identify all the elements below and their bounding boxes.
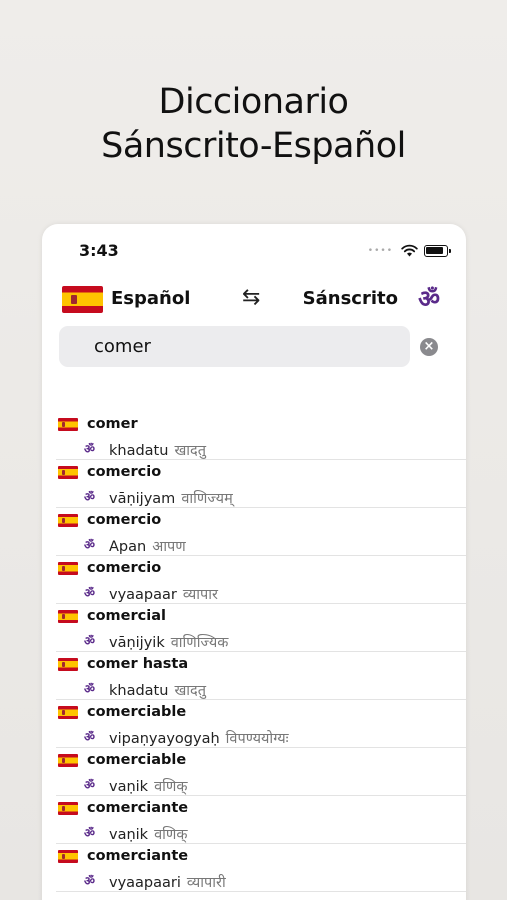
spain-flag-icon — [62, 286, 103, 313]
result-row[interactable]: comercio ॐ vāṇijyam वाणिज्यम् — [56, 460, 466, 508]
spain-flag-icon — [58, 514, 78, 527]
om-icon: ॐ — [84, 826, 95, 840]
result-row[interactable]: comercio ॐ vyaapaar व्यापार — [56, 556, 466, 604]
result-devanagari: वणिक् — [154, 779, 188, 795]
result-word: comerciable — [87, 704, 187, 720]
swap-languages-icon[interactable]: ⇆ — [242, 285, 260, 310]
result-word: comercio — [87, 512, 162, 528]
result-devanagari: आपण — [152, 539, 186, 555]
status-bar: 3:43 •••• — [42, 224, 466, 274]
result-devanagari: वाणिज्यिक — [170, 635, 229, 651]
result-translation: vaṇik वणिक् — [109, 824, 188, 844]
wifi-icon — [401, 244, 418, 257]
result-transliteration: vāṇijyik — [109, 635, 165, 651]
result-devanagari: व्यापारी — [186, 875, 226, 891]
result-transliteration: Apan — [109, 539, 147, 555]
spain-flag-icon — [58, 610, 78, 623]
om-icon: ॐ — [84, 490, 95, 504]
phone-screen: 3:43 •••• Español ⇆ Sánscrito ॐ × comer ॐ… — [42, 224, 466, 900]
result-row[interactable]: comer ॐ khadatu खादतु — [56, 412, 466, 460]
spain-flag-icon — [58, 850, 78, 863]
result-translation: vyaapaari व्यापारी — [109, 872, 226, 892]
om-icon: ॐ — [84, 538, 95, 552]
om-icon: ॐ — [84, 586, 95, 600]
result-translation: vāṇijyik वाणिज्यिक — [109, 632, 228, 652]
result-translation: vaṇik वणिक् — [109, 776, 188, 796]
result-translation: vyaapaar व्यापार — [109, 584, 218, 604]
result-devanagari: खादतु — [174, 443, 207, 459]
results-list: comer ॐ khadatu खादतु comercio ॐ vāṇijyam वाणिज… — [42, 412, 466, 892]
target-language-button[interactable]: Sánscrito — [303, 288, 398, 309]
result-translation: khadatu खादतु — [109, 680, 206, 700]
result-transliteration: vāṇijyam — [109, 491, 176, 507]
result-devanagari: विपण्ययोग्यः — [225, 731, 289, 747]
result-transliteration: khadatu — [109, 683, 169, 699]
om-icon: ॐ — [84, 634, 95, 648]
result-row[interactable]: comercio ॐ Apan आपण — [56, 508, 466, 556]
result-row[interactable]: comercial ॐ vāṇijyik वाणिज्यिक — [56, 604, 466, 652]
result-word: comerciante — [87, 848, 189, 864]
result-word: comercial — [87, 608, 166, 624]
status-time: 3:43 — [79, 241, 119, 260]
spain-flag-icon — [58, 562, 78, 575]
result-translation: vāṇijyam वाणिज्यम् — [109, 488, 233, 508]
result-row[interactable]: comerciante ॐ vaṇik वणिक् — [56, 796, 466, 844]
result-word: comercio — [87, 464, 162, 480]
language-bar: Español ⇆ Sánscrito ॐ — [42, 274, 466, 322]
result-transliteration: vaṇik — [109, 779, 149, 795]
result-devanagari: वाणिज्यम् — [181, 491, 233, 507]
om-icon: ॐ — [84, 682, 95, 696]
om-icon: ॐ — [84, 874, 95, 888]
spain-flag-icon — [58, 658, 78, 671]
result-row[interactable]: comerciable ॐ vaṇik वणिक् — [56, 748, 466, 796]
result-transliteration: khadatu — [109, 443, 169, 459]
om-icon: ॐ — [84, 778, 95, 792]
result-word: comer — [87, 416, 138, 432]
search-input[interactable] — [59, 326, 410, 367]
result-transliteration: vyaapaar — [109, 587, 177, 603]
result-word: comer hasta — [87, 656, 189, 672]
om-icon: ॐ — [84, 730, 95, 744]
result-translation: vipaṇyayogyaḥ विपण्ययोग्यः — [109, 728, 289, 748]
result-devanagari: व्यापार — [182, 587, 218, 603]
result-devanagari: वणिक् — [154, 827, 188, 843]
result-row[interactable]: comerciante ॐ vyaapaari व्यापारी — [56, 844, 466, 892]
result-word: comerciable — [87, 752, 187, 768]
source-language-button[interactable]: Español — [111, 288, 190, 309]
clear-search-icon[interactable]: × — [420, 338, 438, 356]
result-transliteration: vyaapaari — [109, 875, 181, 891]
result-translation: khadatu खादतु — [109, 440, 206, 460]
result-translation: Apan आपण — [109, 536, 186, 556]
om-icon: ॐ — [418, 285, 440, 313]
result-transliteration: vipaṇyayogyaḥ — [109, 731, 220, 747]
result-word: comerciante — [87, 800, 189, 816]
spain-flag-icon — [58, 754, 78, 767]
result-word: comercio — [87, 560, 162, 576]
spain-flag-icon — [58, 706, 78, 719]
result-row[interactable]: comerciable ॐ vipaṇyayogyaḥ विपण्ययोग्यः — [56, 700, 466, 748]
app-headline: Diccionario Sánscrito-Español — [0, 80, 507, 168]
signal-dots-icon: •••• — [367, 245, 393, 256]
headline-line-2: Sánscrito-Español — [101, 126, 406, 166]
result-devanagari: खादतु — [174, 683, 207, 699]
om-icon: ॐ — [84, 442, 95, 456]
result-transliteration: vaṇik — [109, 827, 149, 843]
battery-icon — [424, 244, 451, 257]
spain-flag-icon — [58, 802, 78, 815]
headline-line-1: Diccionario — [158, 82, 349, 122]
spain-flag-icon — [58, 418, 78, 431]
result-row[interactable]: comer hasta ॐ khadatu खादतु — [56, 652, 466, 700]
spain-flag-icon — [58, 466, 78, 479]
search-bar — [59, 326, 410, 367]
status-icons: •••• — [367, 244, 451, 257]
